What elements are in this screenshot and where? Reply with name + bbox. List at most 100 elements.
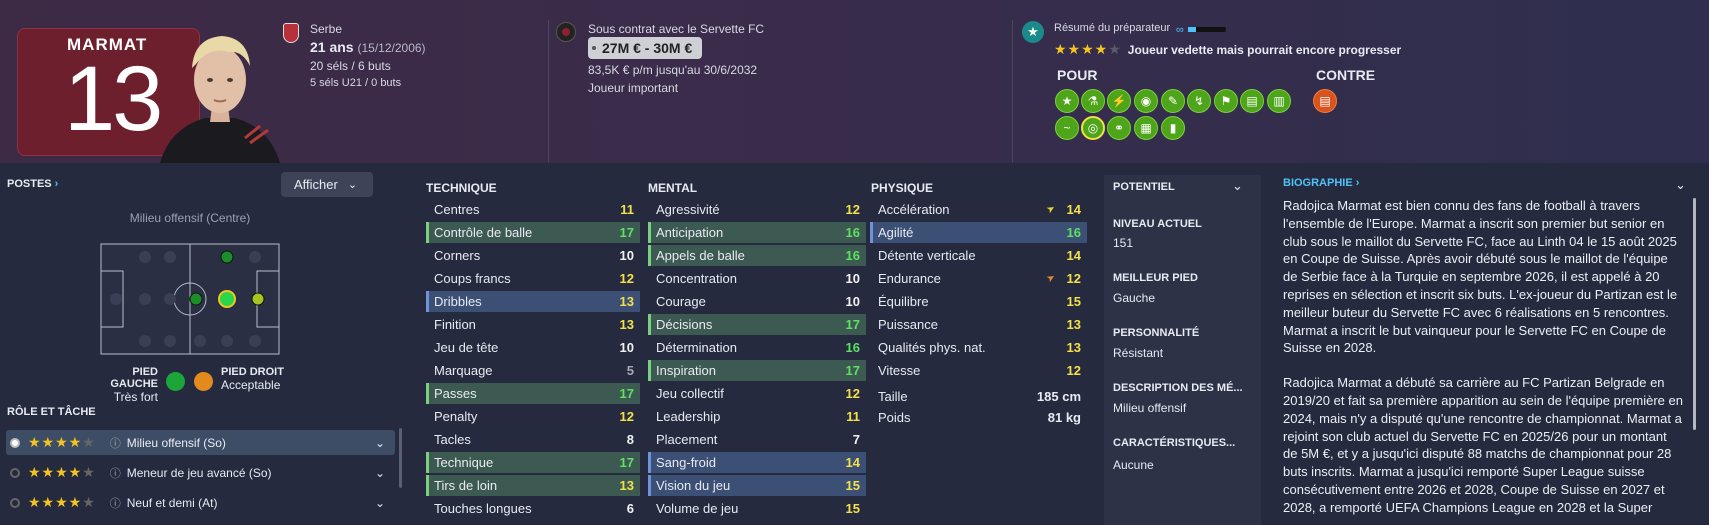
dob: (15/12/2006) <box>357 41 426 55</box>
attribute-row[interactable]: Leadership 11 <box>648 406 866 427</box>
chevron-down-icon[interactable]: ⌄ <box>375 466 385 480</box>
attribute-row[interactable]: Inspiration 17 <box>648 360 866 381</box>
attribute-row[interactable]: Coups francs 12 <box>426 268 640 289</box>
info-icon[interactable]: ⓘ <box>110 465 121 481</box>
perso-value: Résistant <box>1113 346 1164 360</box>
scrollbar[interactable] <box>399 428 402 488</box>
attribute-row[interactable]: Courage 10 <box>648 291 866 312</box>
role-row[interactable]: ★★★★★ ⓘ Meneur de jeu avancé (So) ⌄ <box>6 460 395 485</box>
chevron-down-icon[interactable]: ⌄ <box>1232 178 1243 194</box>
attribute-row[interactable]: Contrôle de balle 17 <box>426 222 640 243</box>
chevron-down-icon[interactable]: ⌄ <box>375 496 385 510</box>
attribute-row[interactable]: Placement 7 <box>648 429 866 450</box>
attribute-value: 17 <box>619 386 634 401</box>
attribute-row[interactable]: Agilité 16 <box>870 222 1087 243</box>
attribute-row[interactable]: Concentration 10 <box>648 268 866 289</box>
wave-trait-icon[interactable]: ~ <box>1055 116 1079 140</box>
attribute-value: 12 <box>1066 271 1081 286</box>
physique-title: PHYSIQUE <box>871 181 934 195</box>
attribute-row[interactable]: Détente verticale 14 <box>870 245 1087 266</box>
role-row[interactable]: ★★★★★ ⓘ Neuf et demi (At) ⌄ <box>6 490 395 515</box>
divider <box>1012 20 1013 162</box>
attribute-row[interactable]: Technique 17 <box>426 452 640 473</box>
attribute-row[interactable]: Anticipation 16 <box>648 222 866 243</box>
attribute-row[interactable]: Corners 10 <box>426 245 640 266</box>
attribute-row[interactable]: Agressivité 12 <box>648 199 866 220</box>
attribute-value: 13 <box>619 317 634 332</box>
star-trait-icon[interactable]: ★ <box>1055 89 1079 113</box>
flag-trait-icon[interactable]: ⚑ <box>1214 89 1238 113</box>
attribute-row[interactable]: Décisions 17 <box>648 314 866 335</box>
radio-icon[interactable] <box>10 497 20 508</box>
afficher-dropdown[interactable]: Afficher ⌄ <box>281 172 373 197</box>
highlight-bar <box>426 475 429 496</box>
highlight-bar <box>648 222 651 243</box>
value-badge[interactable]: 27M € - 30M € <box>588 37 703 59</box>
clipboard-trait-icon[interactable]: ▤ <box>1240 89 1264 113</box>
boot-trait-icon[interactable]: ✎ <box>1161 89 1185 113</box>
coach-verdict: Joueur vedette mais pourrait encore prog… <box>1127 42 1402 57</box>
attribute-label: Finition <box>434 317 476 332</box>
niveau-value: 151 <box>1113 236 1134 250</box>
lightning-trait-icon[interactable]: ⚡ <box>1107 89 1131 113</box>
attribute-row[interactable]: Vision du jeu 15 <box>648 475 866 496</box>
attribute-row[interactable]: Qualités phys. nat. 13 <box>870 337 1087 358</box>
info-icon[interactable]: ⓘ <box>110 495 121 511</box>
attribute-label: Volume de jeu <box>656 501 739 516</box>
attribute-label: Appels de balle <box>656 248 745 263</box>
clipboard-contre-trait-icon[interactable]: ▤ <box>1313 89 1337 113</box>
role-row[interactable]: ★★★★★ ⓘ Milieu offensif (So) ⌄ <box>6 430 395 455</box>
attribute-row[interactable]: Jeu de tête 10 <box>426 337 640 358</box>
postes-link[interactable]: POSTES › <box>7 178 58 190</box>
attribute-row[interactable]: Jeu collectif 12 <box>648 383 866 404</box>
attribute-value: 16 <box>845 225 860 240</box>
scrollbar[interactable] <box>1693 198 1696 430</box>
handshake-trait-icon[interactable]: ⚭ <box>1107 116 1131 140</box>
info-icon[interactable]: ⓘ <box>110 435 121 451</box>
attribute-label: Endurance <box>878 271 941 286</box>
clipboard-person-trait-icon[interactable]: ▦ <box>1134 116 1158 140</box>
foot-right: PIED DROIT Acceptable <box>221 366 284 392</box>
chevron-down-icon[interactable]: ⌄ <box>1675 177 1686 193</box>
foot-left-value: Très fort <box>113 390 158 404</box>
pitch-diagram <box>100 243 280 355</box>
attribute-row[interactable]: Puissance 13 <box>870 314 1087 335</box>
age-row: 21 ans (15/12/2006) <box>310 39 426 55</box>
bottle-trait-icon[interactable]: ▮ <box>1161 116 1185 140</box>
dribble-trait-icon[interactable]: ↯ <box>1187 89 1211 113</box>
attribute-row[interactable]: Penalty 12 <box>426 406 640 427</box>
highlight-bar <box>648 360 651 381</box>
attribute-row[interactable]: Vitesse 12 <box>870 360 1087 381</box>
attribute-row[interactable]: Volume de jeu 15 <box>648 498 866 519</box>
chevron-down-icon: ⌄ <box>347 179 358 191</box>
right-boot-icon <box>194 372 213 391</box>
attribute-row[interactable]: Dribbles 13 <box>426 291 640 312</box>
attribute-row[interactable]: Sang-froid 14 <box>648 452 866 473</box>
attribute-row[interactable]: Appels de balle 16 <box>648 245 866 266</box>
knowledge-bar <box>1188 27 1226 32</box>
attribute-row[interactable]: Endurance ➤ 12 <box>870 268 1087 289</box>
attribute-row[interactable]: Marquage 5 <box>426 360 640 381</box>
attribute-row[interactable]: Équilibre 15 <box>870 291 1087 312</box>
attribute-value: 12 <box>845 202 860 217</box>
attribute-row[interactable]: Touches longues 6 <box>426 498 640 519</box>
biography-link[interactable]: BIOGRAPHIE › <box>1283 177 1359 189</box>
radio-icon[interactable] <box>10 467 20 478</box>
attribute-row[interactable]: Centres 11 <box>426 199 640 220</box>
flask-trait-icon[interactable]: ⚗ <box>1081 89 1105 113</box>
attribute-value: 14 <box>1066 248 1081 263</box>
attribute-row[interactable]: Tacles 8 <box>426 429 640 450</box>
target-trait-icon[interactable]: ◎ <box>1081 116 1105 140</box>
attribute-row[interactable]: Détermination 16 <box>648 337 866 358</box>
attribute-row[interactable]: Passes 17 <box>426 383 640 404</box>
attribute-row[interactable]: Tirs de loin 13 <box>426 475 640 496</box>
attribute-value: 13 <box>619 478 634 493</box>
chevron-down-icon[interactable]: ⌄ <box>375 436 385 450</box>
clipboard-check-trait-icon[interactable]: ▥ <box>1267 89 1291 113</box>
brain-trait-icon[interactable]: ◉ <box>1134 89 1158 113</box>
attribute-value: 5 <box>626 363 634 378</box>
attribute-row[interactable]: Finition 13 <box>426 314 640 335</box>
attribute-row[interactable]: Accélération ➤ 14 <box>870 199 1087 220</box>
attribute-value: 8 <box>626 432 634 447</box>
radio-icon[interactable] <box>10 437 20 448</box>
